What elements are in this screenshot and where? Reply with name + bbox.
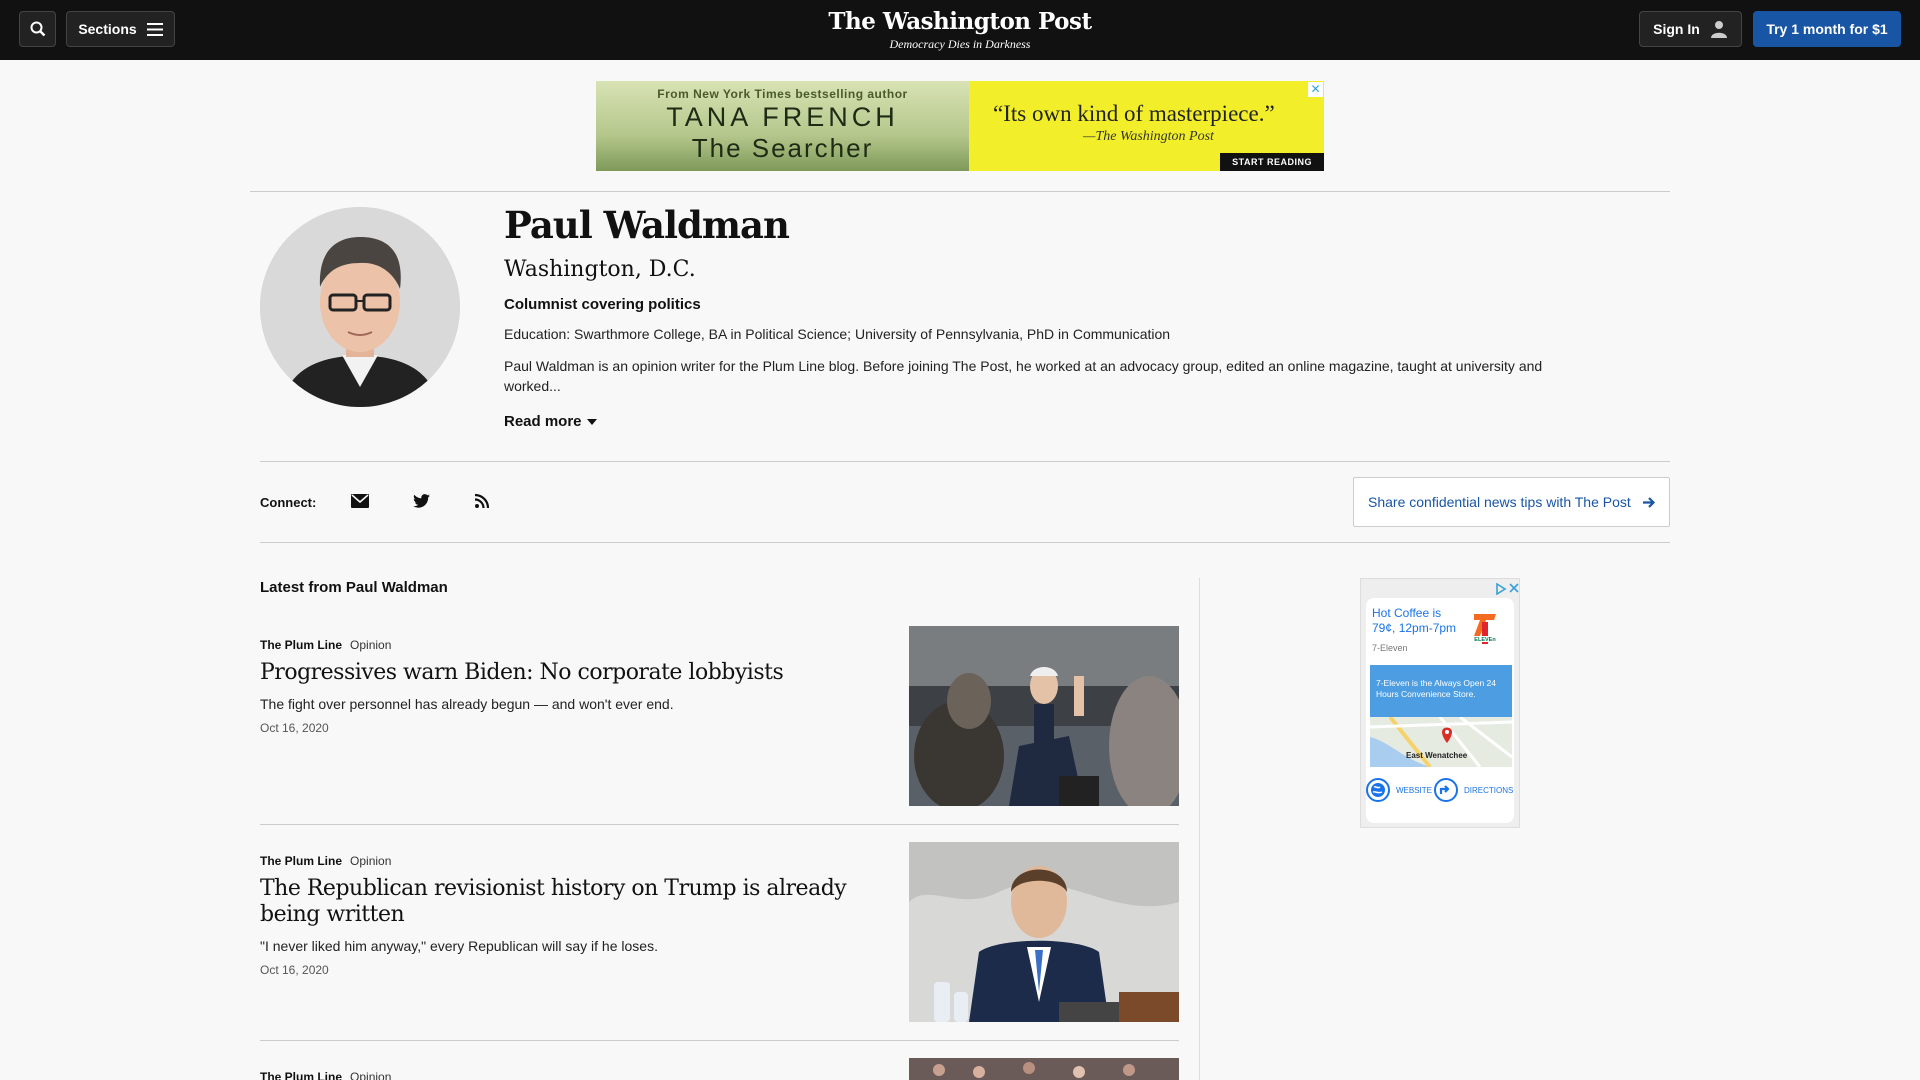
- divider: [250, 191, 1670, 192]
- share-news-tips-button[interactable]: Share confidential news tips with The Po…: [1353, 477, 1670, 527]
- side-ad-actions: WEBSITE DIRECTIONS: [1366, 778, 1514, 802]
- seven-eleven-logo-icon: ELEVEn: [1468, 610, 1502, 648]
- article-label: Opinion: [350, 854, 392, 868]
- rss-icon[interactable]: [470, 489, 494, 513]
- connect-label: Connect:: [260, 495, 317, 510]
- side-ad-card: Hot Coffee is 79¢, 12pm-7pm ELEVEn 7-Ele…: [1366, 598, 1514, 823]
- email-icon[interactable]: [348, 489, 372, 513]
- top-navigation-bar: Sections The Washington Post Democracy D…: [0, 0, 1920, 60]
- author-role: Columnist covering politics: [504, 296, 701, 313]
- article-label: Opinion: [350, 1070, 392, 1080]
- website-link[interactable]: WEBSITE: [1396, 786, 1432, 795]
- ad-quote-source: —The Washington Post: [1083, 129, 1214, 144]
- logo-tagline: Democracy Dies in Darkness: [889, 37, 1031, 51]
- ad-book-panel: From New York Times bestselling author T…: [596, 81, 969, 171]
- sections-label: Sections: [78, 21, 137, 37]
- read-more-button[interactable]: Read more: [504, 413, 597, 430]
- side-ad-title[interactable]: Hot Coffee is 79¢, 12pm-7pm: [1372, 606, 1462, 636]
- read-more-label: Read more: [504, 413, 582, 430]
- ad-from-text: From New York Times bestselling author: [657, 87, 908, 101]
- svg-text:ELEVEn: ELEVEn: [1474, 637, 1496, 643]
- sections-menu-button[interactable]: Sections: [66, 11, 175, 47]
- search-button[interactable]: [19, 11, 56, 47]
- hamburger-icon: [146, 22, 163, 36]
- author-location: Washington, D.C.: [504, 257, 696, 282]
- user-icon: [1710, 21, 1727, 38]
- article-section-link[interactable]: The Plum Line: [260, 1070, 342, 1080]
- ad-book-title: The Searcher: [691, 133, 874, 163]
- caret-down-icon: [586, 418, 597, 425]
- arrow-right-icon: [1642, 496, 1655, 508]
- twitter-icon[interactable]: [409, 489, 433, 513]
- divider: [260, 461, 1670, 462]
- ad-close-icon[interactable]: ✕: [1308, 82, 1323, 97]
- ad-close-icon[interactable]: [1509, 583, 1519, 593]
- sign-in-button[interactable]: Sign In: [1639, 11, 1742, 47]
- tips-label: Share confidential news tips with The Po…: [1368, 494, 1631, 510]
- sign-in-label: Sign In: [1653, 21, 1700, 37]
- search-icon: [30, 21, 45, 37]
- divider: [260, 542, 1670, 543]
- author-name: Paul Waldman: [504, 203, 790, 247]
- author-education: Education: Swarthmore College, BA in Pol…: [504, 326, 1171, 342]
- directions-link[interactable]: DIRECTIONS: [1464, 786, 1513, 795]
- article-thumbnail[interactable]: [909, 1058, 1179, 1080]
- article-headline[interactable]: Progressives warn Biden: No corporate lo…: [260, 660, 860, 686]
- logo-wordmark: The Washington Post: [828, 8, 1092, 35]
- author-avatar: [260, 207, 460, 407]
- article-section-link[interactable]: The Plum Line: [260, 854, 342, 868]
- ad-author-name: TANA FRENCH: [666, 102, 899, 132]
- site-logo[interactable]: The Washington Post Democracy Dies in Da…: [760, 8, 1160, 52]
- ad-quote-panel: “Its own kind of masterpiece.” —The Wash…: [969, 81, 1324, 171]
- sidebar-advertisement[interactable]: Hot Coffee is 79¢, 12pm-7pm ELEVEn 7-Ele…: [1360, 578, 1520, 828]
- latest-section-title: Latest from Paul Waldman: [260, 579, 448, 596]
- article-label: Opinion: [350, 638, 392, 652]
- article-section-link[interactable]: The Plum Line: [260, 638, 342, 652]
- column-divider: [1199, 578, 1200, 1080]
- advertisement-banner[interactable]: From New York Times bestselling author T…: [596, 81, 1324, 171]
- side-ad-map[interactable]: East Wenatchee: [1370, 717, 1512, 767]
- ad-quote: “Its own kind of masterpiece.”: [993, 101, 1275, 126]
- ad-choices-icon[interactable]: [1495, 583, 1507, 595]
- author-bio: Paul Waldman is an opinion writer for th…: [504, 358, 1543, 394]
- divider: [260, 824, 1179, 825]
- ad-cta-button[interactable]: START READING: [1220, 153, 1324, 171]
- subscribe-trial-button[interactable]: Try 1 month for $1: [1753, 11, 1901, 47]
- article-headline[interactable]: The Republican revisionist history on Tr…: [260, 876, 860, 928]
- side-ad-map-label: East Wenatchee: [1406, 751, 1468, 760]
- directions-icon[interactable]: [1434, 778, 1458, 802]
- divider: [260, 1040, 1179, 1041]
- globe-icon[interactable]: [1366, 778, 1390, 802]
- trial-label: Try 1 month for $1: [1766, 21, 1888, 37]
- article-thumbnail[interactable]: [909, 842, 1179, 1022]
- article-thumbnail[interactable]: [909, 626, 1179, 806]
- side-ad-info: 7-Eleven is the Always Open 24 Hours Con…: [1370, 665, 1512, 717]
- side-ad-brand: 7-Eleven: [1372, 643, 1408, 653]
